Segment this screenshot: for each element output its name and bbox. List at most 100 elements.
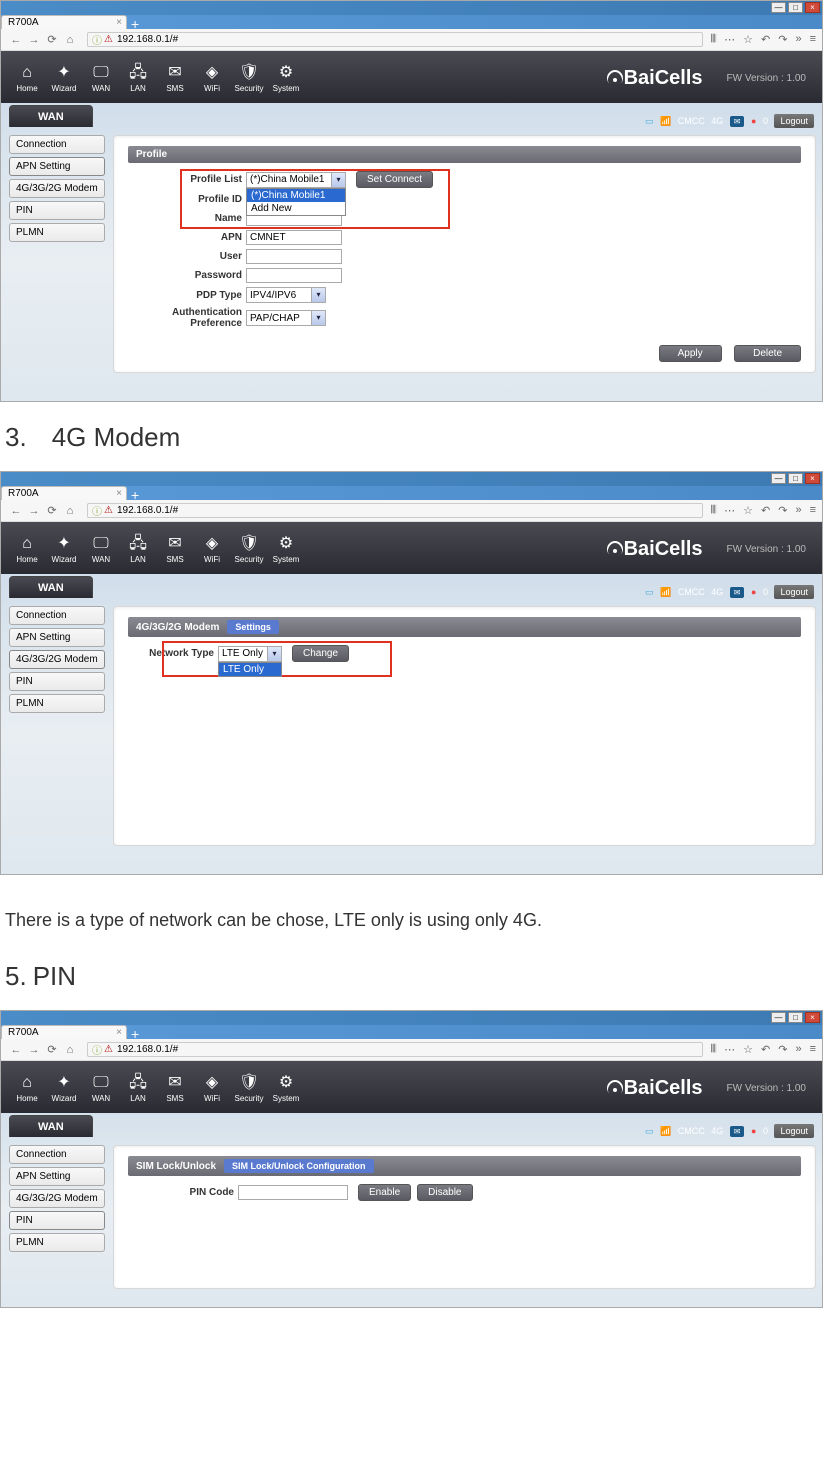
maximize-button[interactable]: □ [788,473,803,484]
reader-icon[interactable]: 𝄃𝄃 [711,33,716,46]
undo-icon[interactable]: ↶ [761,504,770,517]
dropdown-option[interactable]: LTE Only [219,663,281,676]
profile-list-select[interactable]: (*)China Mobile1 ▾ (*)China Mobile1 Add … [246,172,346,188]
close-button[interactable]: × [805,1012,820,1023]
back-button[interactable]: ← [9,1044,23,1056]
back-button[interactable]: ← [9,34,23,46]
undo-icon[interactable]: ↶ [761,1043,770,1056]
nav-home[interactable]: ⌂Home [9,535,45,564]
sidebar-item-apn[interactable]: APN Setting [9,628,105,647]
config-tab[interactable]: SIM Lock/Unlock Configuration [224,1159,374,1173]
logout-button[interactable]: Logout [774,1124,814,1138]
nav-lan[interactable]: 🖧LAN [120,64,156,93]
sidebar-item-connection[interactable]: Connection [9,135,105,154]
home-button[interactable]: ⌂ [63,505,77,517]
auth-pref-select[interactable]: PAP/CHAP ▾ [246,310,326,326]
delete-button[interactable]: Delete [734,345,801,362]
url-input[interactable]: ⓘ ⚠ 192.168.0.1/# [87,32,703,47]
disable-button[interactable]: Disable [417,1184,472,1201]
network-type-select[interactable]: LTE Only ▾ LTE Only [218,646,282,662]
more-icon[interactable]: ⋯ [724,1043,735,1056]
nav-system[interactable]: ⚙System [268,64,304,93]
maximize-button[interactable]: □ [788,2,803,13]
overflow-icon[interactable]: » [795,504,801,517]
bookmark-icon[interactable]: ☆ [743,33,753,46]
sidebar-item-connection[interactable]: Connection [9,1145,105,1164]
close-button[interactable]: × [805,473,820,484]
change-button[interactable]: Change [292,645,349,662]
nav-security[interactable]: 🛡Security [231,535,267,564]
menu-icon[interactable]: ≡ [810,504,816,517]
browser-tab[interactable]: R700A × [1,1025,127,1039]
tab-close-icon[interactable]: × [116,17,122,28]
enable-button[interactable]: Enable [358,1184,411,1201]
nav-wan[interactable]: 🖵WAN [83,64,119,93]
sidebar-item-modem[interactable]: 4G/3G/2G Modem [9,650,105,669]
nav-sms[interactable]: ✉SMS [157,535,193,564]
menu-icon[interactable]: ≡ [810,33,816,46]
redo-icon[interactable]: ↷ [778,1043,787,1056]
reload-button[interactable]: ⟳ [45,33,59,46]
reader-icon[interactable]: 𝄃𝄃 [711,504,716,517]
apply-button[interactable]: Apply [659,345,722,362]
nav-security[interactable]: 🛡Security [231,1074,267,1103]
sidebar-item-apn[interactable]: APN Setting [9,157,105,176]
redo-icon[interactable]: ↷ [778,504,787,517]
nav-wizard[interactable]: ✦Wizard [46,535,82,564]
section-tab-wan[interactable]: WAN [9,576,93,598]
browser-tab[interactable]: R700A × [1,15,127,29]
overflow-icon[interactable]: » [795,33,801,46]
section-tab-wan[interactable]: WAN [9,1115,93,1137]
dropdown-option[interactable]: Add New [247,202,345,215]
browser-tab[interactable]: R700A × [1,486,127,500]
set-connect-button[interactable]: Set Connect [356,171,433,188]
nav-home[interactable]: ⌂Home [9,1074,45,1103]
nav-wifi[interactable]: ◈WiFi [194,64,230,93]
minimize-button[interactable]: — [771,473,786,484]
sidebar-item-connection[interactable]: Connection [9,606,105,625]
sidebar-item-modem[interactable]: 4G/3G/2G Modem [9,179,105,198]
profile-list-dropdown[interactable]: (*)China Mobile1 Add New [246,188,346,216]
network-type-dropdown[interactable]: LTE Only [218,662,282,677]
sidebar-item-modem[interactable]: 4G/3G/2G Modem [9,1189,105,1208]
new-tab-button[interactable]: + [131,19,139,29]
sidebar-item-pin[interactable]: PIN [9,201,105,220]
bookmark-icon[interactable]: ☆ [743,1043,753,1056]
reader-icon[interactable]: 𝄃𝄃 [711,1043,716,1056]
nav-lan[interactable]: 🖧LAN [120,535,156,564]
more-icon[interactable]: ⋯ [724,504,735,517]
sidebar-item-apn[interactable]: APN Setting [9,1167,105,1186]
nav-wan[interactable]: 🖵WAN [83,535,119,564]
tab-close-icon[interactable]: × [116,488,122,499]
home-button[interactable]: ⌂ [63,1044,77,1056]
reload-button[interactable]: ⟳ [45,504,59,517]
nav-wan[interactable]: 🖵WAN [83,1074,119,1103]
logout-button[interactable]: Logout [774,585,814,599]
sidebar-item-plmn[interactable]: PLMN [9,694,105,713]
maximize-button[interactable]: □ [788,1012,803,1023]
nav-lan[interactable]: 🖧LAN [120,1074,156,1103]
sidebar-item-pin[interactable]: PIN [9,1211,105,1230]
pin-code-input[interactable] [238,1185,348,1200]
overflow-icon[interactable]: » [795,1043,801,1056]
sidebar-item-plmn[interactable]: PLMN [9,223,105,242]
forward-button[interactable]: → [27,505,41,517]
dropdown-option[interactable]: (*)China Mobile1 [247,189,345,202]
password-input[interactable] [246,268,342,283]
apn-input[interactable] [246,230,342,245]
nav-system[interactable]: ⚙System [268,1074,304,1103]
nav-sms[interactable]: ✉SMS [157,64,193,93]
new-tab-button[interactable]: + [131,490,139,500]
minimize-button[interactable]: — [771,2,786,13]
tab-close-icon[interactable]: × [116,1027,122,1038]
bookmark-icon[interactable]: ☆ [743,504,753,517]
settings-tab[interactable]: Settings [227,620,279,634]
nav-wizard[interactable]: ✦Wizard [46,1074,82,1103]
nav-home[interactable]: ⌂Home [9,64,45,93]
pdp-type-select[interactable]: IPV4/IPV6 ▾ [246,287,326,303]
back-button[interactable]: ← [9,505,23,517]
redo-icon[interactable]: ↷ [778,33,787,46]
sidebar-item-plmn[interactable]: PLMN [9,1233,105,1252]
nav-wizard[interactable]: ✦Wizard [46,64,82,93]
url-input[interactable]: ⓘ ⚠ 192.168.0.1/# [87,503,703,518]
